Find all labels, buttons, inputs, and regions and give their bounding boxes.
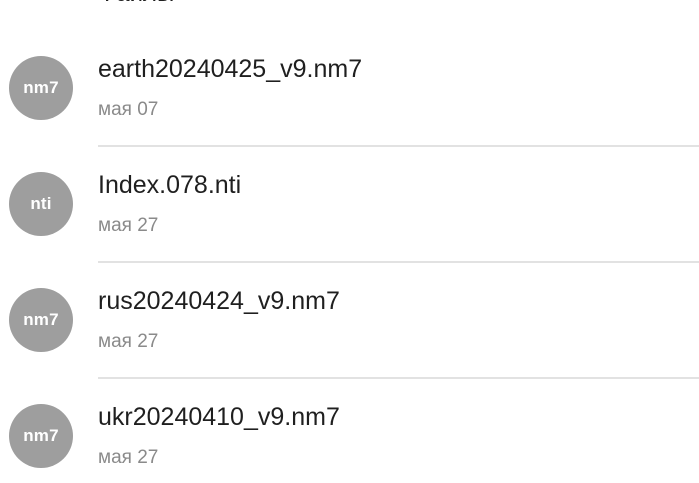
file-list-item[interactable]: nm7 earth20240425_v9.nm7 мая 07 bbox=[0, 0, 699, 147]
file-date: мая 27 bbox=[98, 447, 159, 468]
file-type-icon: nm7 bbox=[9, 56, 73, 120]
file-type-icon: nm7 bbox=[9, 404, 73, 468]
file-type-icon: nti bbox=[9, 172, 73, 236]
file-name: Index.078.nti bbox=[98, 171, 242, 199]
file-list-item[interactable]: nm7 rus20240424_v9.nm7 мая 27 bbox=[0, 232, 699, 379]
file-list-item[interactable]: nti Index.078.nti мая 27 bbox=[0, 116, 699, 263]
file-type-icon: nm7 bbox=[9, 288, 73, 352]
file-name: earth20240425_v9.nm7 bbox=[98, 55, 363, 83]
file-name: rus20240424_v9.nm7 bbox=[98, 287, 340, 315]
file-list-item[interactable]: nm7 ukr20240410_v9.nm7 мая 27 bbox=[0, 348, 699, 468]
file-name: ukr20240410_v9.nm7 bbox=[98, 403, 340, 431]
